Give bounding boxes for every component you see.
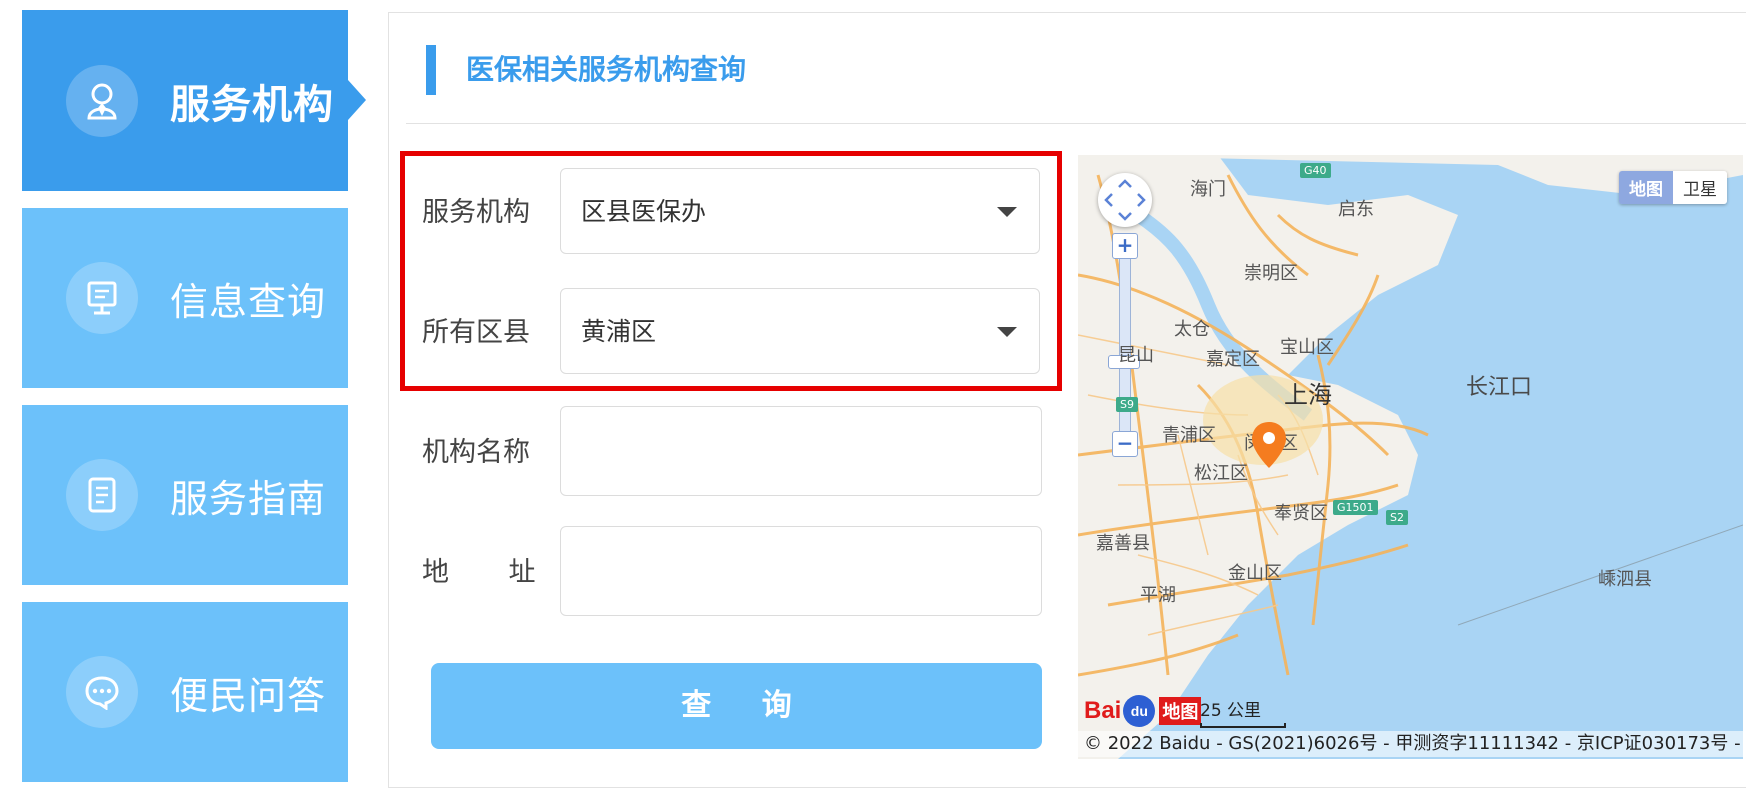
service-org-label: 服务机构 (422, 197, 530, 227)
district-select[interactable]: 黄浦区 (560, 288, 1040, 374)
sidebar-item-label: 服务指南 (170, 476, 327, 521)
map-pan-control[interactable] (1098, 173, 1152, 227)
map-scale-label: 25 公里 (1200, 701, 1262, 721)
district-value: 黄浦区 (581, 318, 657, 346)
page-title: 医保相关服务机构查询 (466, 54, 747, 85)
sidebar-item-faq[interactable]: 便民问答 (22, 602, 348, 782)
road-badge: S2 (1386, 510, 1408, 525)
title-divider (406, 123, 1746, 124)
baidu-logo: Bai du 地图 (1084, 695, 1202, 727)
service-org-select[interactable]: 区县医保办 (560, 168, 1040, 254)
service-org-value: 区县医保办 (581, 198, 707, 226)
map-label: 长江口 (1466, 375, 1533, 400)
map-base (1078, 155, 1743, 759)
map-label: 奉贤区 (1274, 503, 1328, 524)
address-label: 地 址 (422, 557, 536, 587)
map-label: 崇明区 (1244, 263, 1298, 284)
map-label: 太仓 (1174, 319, 1210, 340)
location-pin-icon[interactable] (1250, 420, 1288, 474)
sidebar-item-service-guide[interactable]: 服务指南 (22, 405, 348, 585)
map-type-map[interactable]: 地图 (1619, 171, 1673, 204)
user-icon (66, 64, 138, 137)
map-label: 上海 (1284, 381, 1332, 409)
map-label: 嘉善县 (1096, 533, 1150, 554)
map-label: 海门 (1190, 179, 1226, 200)
baidu-logo-bai: Bai (1084, 697, 1122, 724)
map-label: 启东 (1338, 199, 1374, 220)
chevron-down-icon (997, 207, 1017, 217)
org-name-input[interactable] (560, 406, 1042, 496)
chevron-down-icon (997, 327, 1017, 337)
document-icon (66, 459, 138, 531)
sidebar-item-info-query[interactable]: 信息查询 (22, 208, 348, 388)
map-label: 昆山 (1118, 345, 1154, 366)
road-badge: G40 (1300, 163, 1331, 178)
map-label: 嵊泗县 (1598, 569, 1652, 590)
district-label: 所有区县 (422, 317, 530, 347)
map-type-toggle[interactable]: 地图 卫星 (1619, 171, 1727, 204)
zoom-in-button[interactable]: + (1112, 233, 1138, 259)
address-input[interactable] (560, 526, 1042, 616)
sidebar-item-label: 服务机构 (170, 81, 334, 128)
road-badge: S9 (1116, 397, 1138, 412)
title-accent-bar (426, 45, 436, 95)
map-label: 金山区 (1228, 563, 1282, 584)
search-button[interactable]: 查 询 (431, 663, 1042, 749)
map-type-satellite[interactable]: 卫星 (1673, 171, 1727, 204)
active-indicator-arrow (348, 80, 366, 120)
sidebar-item-label: 便民问答 (170, 673, 327, 718)
map-label: 平湖 (1140, 585, 1176, 606)
org-name-label: 机构名称 (422, 437, 530, 467)
baidu-logo-ditu: 地图 (1159, 697, 1202, 725)
road-badge: G1501 (1333, 500, 1378, 515)
map-label: 嘉定区 (1206, 349, 1260, 370)
zoom-out-button[interactable]: − (1112, 431, 1138, 457)
map-label: 青浦区 (1162, 425, 1216, 446)
map-scale-bar (1200, 723, 1286, 728)
map-label: 宝山区 (1280, 337, 1334, 358)
sidebar-item-service-org[interactable]: 服务机构 (22, 10, 348, 191)
pan-arrows-icon (1104, 179, 1146, 221)
sidebar-item-label: 信息查询 (170, 279, 327, 324)
baidu-logo-du: du (1123, 695, 1156, 727)
map-view[interactable]: 地图 卫星 + − G40 S9 G1501 S2 海门 启东 崇明区 太仓 宝… (1078, 155, 1743, 759)
chat-bubble-icon (66, 656, 138, 728)
monitor-icon (66, 262, 138, 334)
map-label: 松江区 (1194, 463, 1248, 484)
map-copyright: © 2022 Baidu - GS(2021)6026号 - 甲测资字11111… (1078, 731, 1743, 757)
